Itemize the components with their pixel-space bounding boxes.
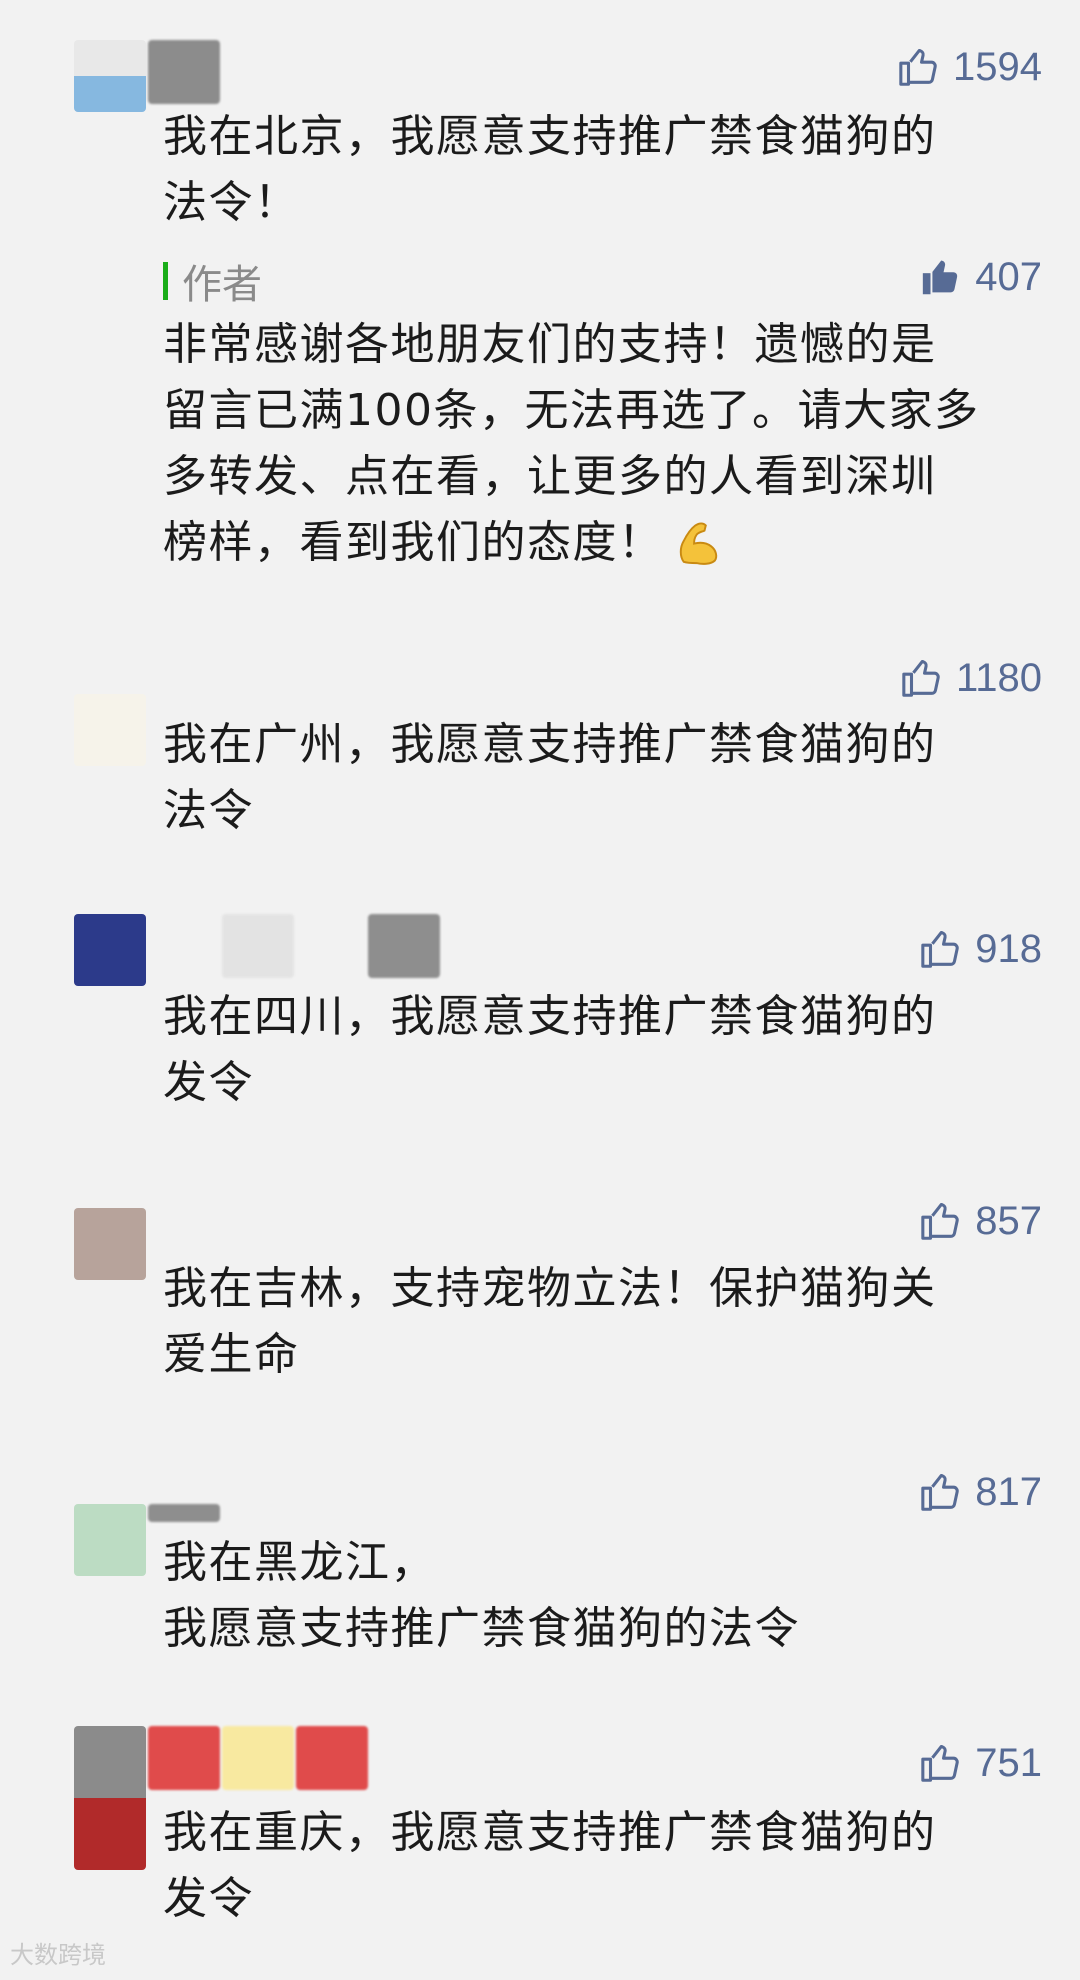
- comment-text: 我在北京，我愿意支持推广禁食猫狗的 法令！: [163, 111, 937, 228]
- author-reply-text: 非常感谢各地朋友们的支持！遗憾的是 留言已满100条，无法再选了。请大家多 多转…: [163, 312, 1033, 576]
- like-count: 857: [975, 1198, 1042, 1243]
- like-button[interactable]: 1180: [900, 655, 1042, 701]
- nickname-blurred: [148, 40, 220, 104]
- watermark: 大数跨境: [10, 1935, 106, 1970]
- thumbs-up-filled-icon: [919, 254, 965, 300]
- thumbs-up-outline-icon: [900, 655, 946, 701]
- comment-text: 我在广州，我愿意支持推广禁食猫狗的 法令: [163, 719, 937, 836]
- avatar[interactable]: [74, 1208, 146, 1280]
- thumbs-up-outline-icon: [919, 1198, 965, 1244]
- author-label: 作者: [182, 262, 262, 308]
- like-count: 817: [975, 1469, 1042, 1514]
- flexed-biceps-emoji: [672, 515, 724, 567]
- thumbs-up-outline-icon: [897, 44, 943, 90]
- nickname-blurred: [296, 1726, 368, 1790]
- thumbs-up-outline-icon: [919, 1740, 965, 1786]
- author-reply-content: 非常感谢各地朋友们的支持！遗憾的是 留言已满100条，无法再选了。请大家多 多转…: [163, 319, 980, 568]
- nickname-blurred: [222, 1726, 294, 1790]
- nickname-blurred: [148, 1726, 220, 1790]
- comment-text: 我在黑龙江， 我愿意支持推广禁食猫狗的法令: [163, 1537, 800, 1654]
- comment-text: 我在四川，我愿意支持推广禁食猫狗的 发令: [163, 991, 937, 1108]
- author-reply-label: 作者: [163, 252, 262, 310]
- avatar[interactable]: [74, 914, 146, 986]
- thumbs-up-outline-icon: [919, 926, 965, 972]
- like-button[interactable]: 817: [919, 1469, 1042, 1515]
- nickname-blurred: [222, 914, 294, 978]
- comment-text: 我在重庆，我愿意支持推广禁食猫狗的 发令: [163, 1807, 937, 1924]
- like-button[interactable]: 918: [919, 926, 1042, 972]
- like-button[interactable]: 407: [919, 254, 1042, 300]
- comment-text: 我在吉林，支持宠物立法！保护猫狗关 爱生命: [163, 1263, 937, 1380]
- thumbs-up-outline-icon: [919, 1469, 965, 1515]
- watermark-text: 大数跨境: [10, 1941, 106, 1969]
- like-button[interactable]: 751: [919, 1740, 1042, 1786]
- like-count: 751: [975, 1740, 1042, 1785]
- reply-indicator-bar: [163, 262, 168, 300]
- like-button[interactable]: 1594: [897, 44, 1042, 90]
- avatar[interactable]: [74, 694, 146, 766]
- like-count: 1180: [955, 655, 1042, 700]
- like-count: 407: [975, 254, 1042, 299]
- avatar[interactable]: [74, 40, 146, 112]
- like-button[interactable]: 857: [919, 1198, 1042, 1244]
- like-count: 1594: [953, 44, 1042, 89]
- nickname-blurred: [368, 914, 440, 978]
- like-count: 918: [975, 926, 1042, 971]
- avatar[interactable]: [74, 1504, 146, 1576]
- avatar[interactable]: [74, 1726, 146, 1870]
- nickname-blurred: [148, 1504, 220, 1522]
